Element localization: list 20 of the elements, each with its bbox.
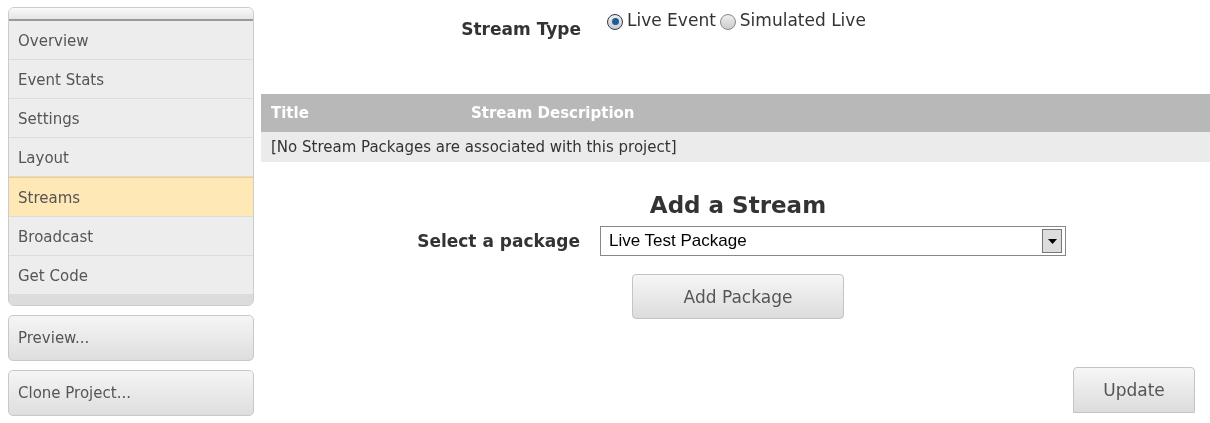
- radio-option[interactable]: Live Event: [607, 10, 716, 30]
- radio-option[interactable]: Simulated Live: [719, 10, 866, 30]
- package-dropdown[interactable]: Live Test Package: [600, 226, 1066, 256]
- select-label: Select a package: [416, 231, 580, 251]
- sidebar-item[interactable]: Settings: [9, 99, 253, 138]
- sidebar-button[interactable]: Clone Project...: [8, 370, 254, 416]
- update-button[interactable]: Update: [1073, 367, 1195, 413]
- sidebar-item[interactable]: Overview: [9, 21, 253, 60]
- sidebar-button[interactable]: Preview...: [8, 315, 254, 361]
- stream-type-label: Stream Type: [460, 19, 581, 39]
- sidebar-item[interactable]: Broadcast: [9, 217, 253, 256]
- add-package-button[interactable]: Add Package: [632, 274, 844, 319]
- section-heading: Add a Stream: [648, 192, 828, 218]
- radio-icon[interactable]: [607, 13, 623, 30]
- radio-icon[interactable]: [719, 13, 736, 30]
- empty-message: [No Stream Packages are associated with this project]: [271, 138, 677, 156]
- column-header: Title: [271, 104, 310, 122]
- sidebar-item[interactable]: Event Stats: [9, 60, 253, 99]
- sidebar-item[interactable]: Streams: [9, 177, 253, 217]
- column-header: Stream Description: [471, 104, 635, 122]
